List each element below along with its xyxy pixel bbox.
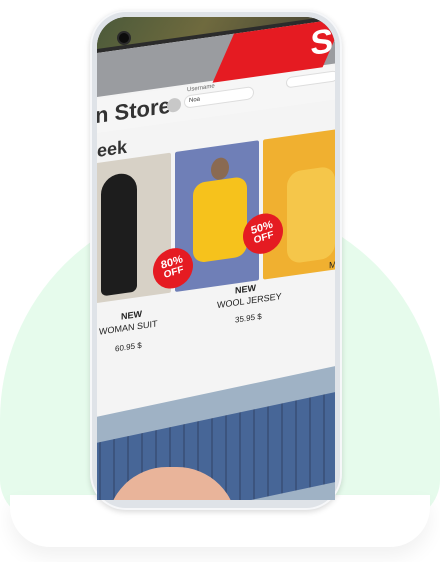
phone-screen: S n Store Username Noa eek 80% OFF 50% O… <box>97 17 335 500</box>
product-price: 60.95 $ <box>115 340 142 354</box>
product-new-label: NEW <box>235 282 256 296</box>
product-name: M <box>329 259 335 271</box>
model-figure <box>287 165 335 265</box>
product-name: WOOL JERSEY <box>217 291 282 311</box>
model-figure <box>101 171 137 297</box>
front-camera <box>119 33 129 43</box>
model-head <box>211 156 229 181</box>
section-title: eek <box>97 136 128 161</box>
model-figure <box>193 175 247 264</box>
sale-letter: S <box>310 21 333 64</box>
product-new-label: NEW <box>121 308 142 322</box>
product-price: 35.95 $ <box>235 311 262 325</box>
product-card-third <box>263 127 335 280</box>
product-name: WOMAN SUIT <box>99 318 158 337</box>
